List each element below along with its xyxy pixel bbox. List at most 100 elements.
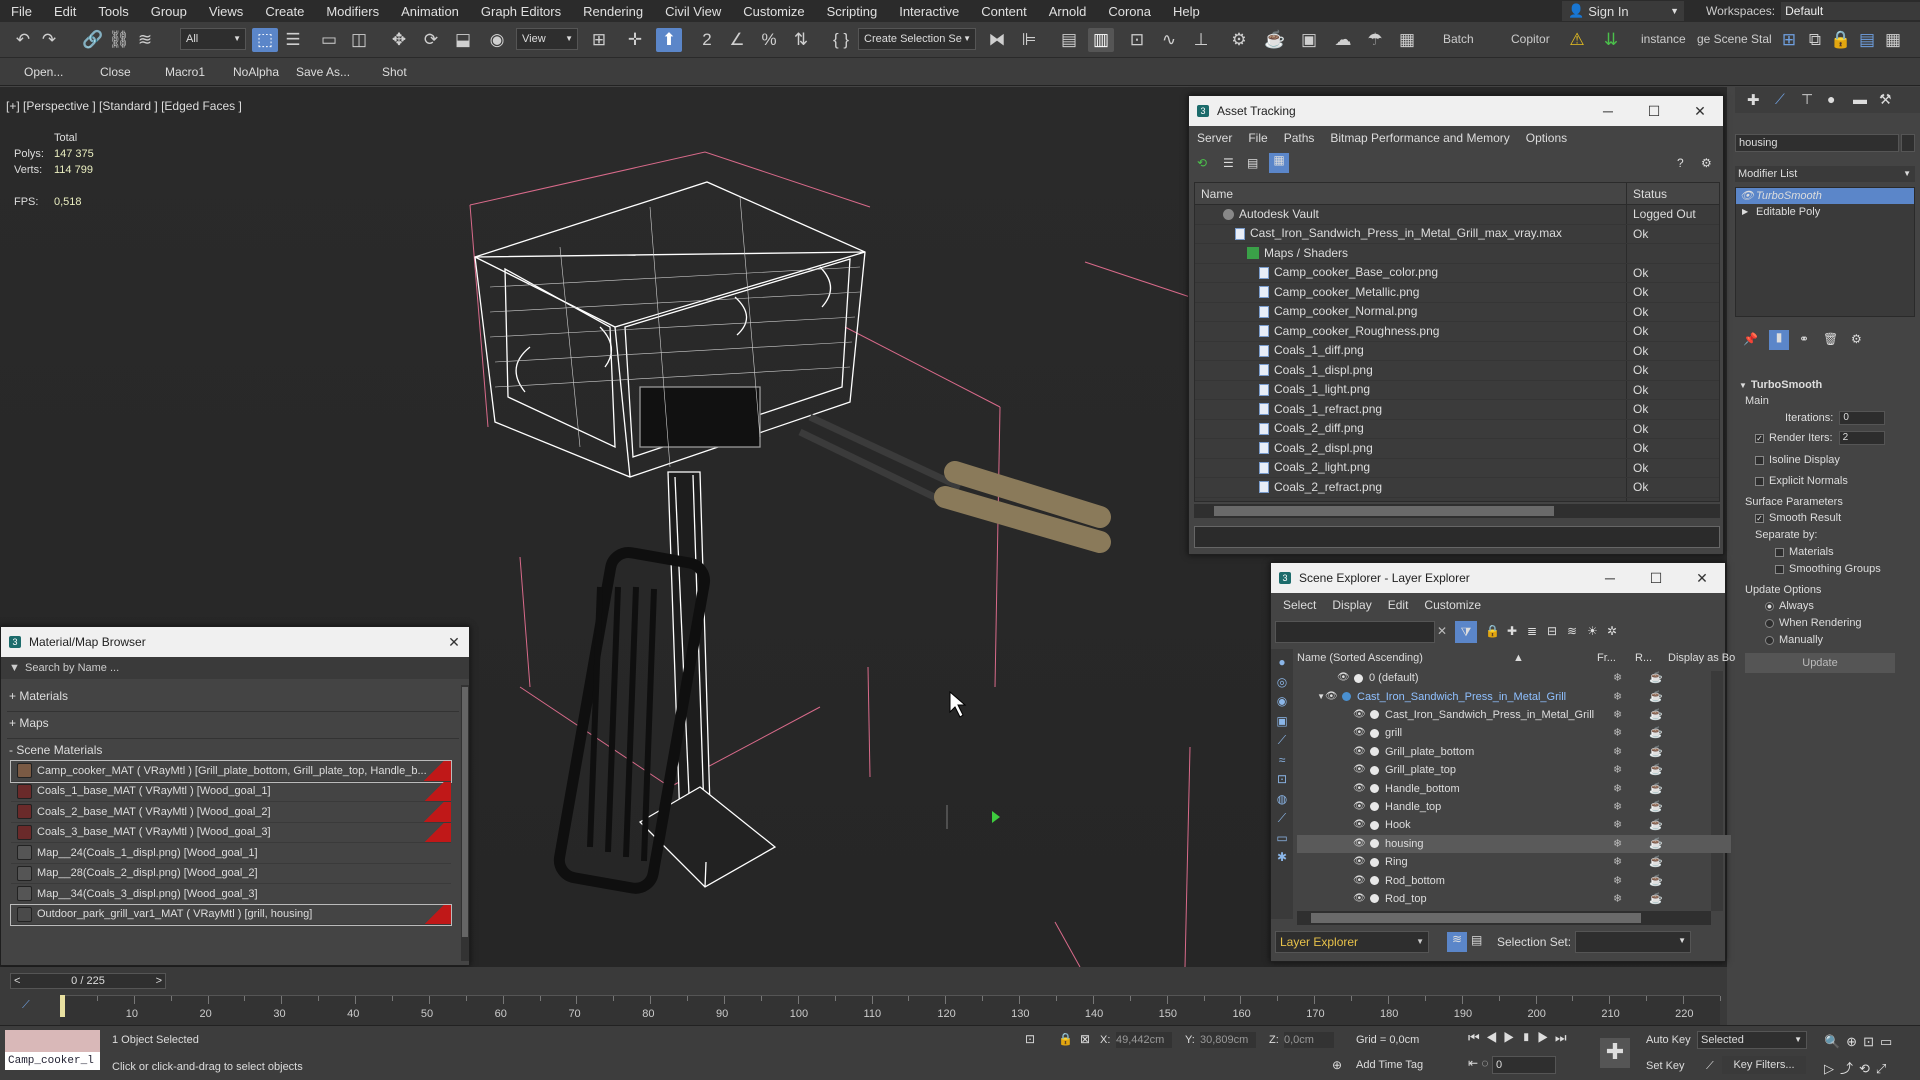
layers-icon[interactable]: ▤: [1854, 28, 1880, 52]
category-scene-materials[interactable]: - Scene Materials: [9, 743, 102, 757]
edit-named-selection-icon[interactable]: { }: [828, 28, 854, 52]
scene-material-item[interactable]: Coals_2_base_MAT ( VRayMtl ) [Wood_goal_…: [11, 802, 451, 823]
menu-interactive[interactable]: Interactive: [888, 4, 970, 19]
macro-shot-button[interactable]: Shot: [382, 65, 407, 79]
freeze-icon[interactable]: ❄: [1613, 724, 1622, 742]
scene-row[interactable]: 👁 Ring ❄ ☕: [1297, 853, 1731, 871]
render-iters-spinner[interactable]: 2: [1838, 431, 1885, 445]
named-selection-select[interactable]: Create Selection Se ▼: [858, 28, 976, 50]
place-icon[interactable]: ◉: [484, 28, 510, 52]
menu-corona[interactable]: Corona: [1097, 4, 1162, 19]
modify-tab-icon[interactable]: ⟋: [1775, 91, 1785, 108]
scene-row[interactable]: 👁 Cast_Iron_Sandwich_Press_in_Metal_Grill…: [1297, 706, 1731, 724]
scene-row[interactable]: 👁 Rod_bottom ❄ ☕: [1297, 871, 1731, 889]
asset-row[interactable]: Coals_3_diff.png Ok: [1195, 497, 1719, 501]
eye-icon[interactable]: 👁: [1353, 761, 1367, 779]
scene-material-item[interactable]: Coals_1_base_MAT ( VRayMtl ) [Wood_goal_…: [11, 781, 451, 802]
menu-views[interactable]: Views: [198, 4, 254, 19]
eye-icon[interactable]: 👁: [1353, 872, 1367, 890]
layer-explorer-icon[interactable]: ▤: [1056, 28, 1082, 52]
eye-icon[interactable]: 👁: [1353, 890, 1367, 908]
scene-material-item[interactable]: Map__28(Coals_2_displ.png) [Wood_goal_2]: [11, 864, 451, 884]
set-key-button[interactable]: Set Key: [1646, 1060, 1685, 1072]
time-slider-handle[interactable]: [60, 995, 65, 1017]
maxscript-listener-mini[interactable]: [5, 1030, 100, 1052]
close-icon[interactable]: ✕: [1677, 103, 1723, 120]
when-rendering-radio[interactable]: [1765, 618, 1774, 628]
at-menu-paths[interactable]: Paths: [1276, 131, 1323, 145]
scene-row[interactable]: 👁 Hook ❄ ☕: [1297, 816, 1731, 834]
bind-space-warp-icon[interactable]: ≋: [132, 28, 158, 52]
renderable-icon[interactable]: ☕: [1649, 743, 1663, 761]
maxscript-input[interactable]: Camp_cooker_l: [5, 1052, 100, 1070]
column-header-name[interactable]: Name (Sorted Ascending): [1297, 652, 1423, 664]
refresh-icon[interactable]: ⟲: [1197, 156, 1207, 170]
undo-icon[interactable]: ↶: [10, 28, 36, 52]
rendered-frame-window-icon[interactable]: ☕: [1262, 28, 1288, 52]
lock-icon[interactable]: 🔒: [1828, 28, 1854, 52]
make-unique-icon[interactable]: ⚭: [1799, 332, 1809, 346]
reference-coord-select[interactable]: View ▼: [516, 28, 578, 50]
eye-icon[interactable]: 👁: [1325, 688, 1339, 706]
renderable-icon[interactable]: ☕: [1649, 761, 1663, 779]
render-iters-checkbox[interactable]: ✓: [1755, 433, 1764, 443]
viewport-navigation-icons-2[interactable]: ▷⤴⟲⤢: [1824, 1058, 1892, 1077]
asset-row[interactable]: Coals_1_refract.png Ok: [1195, 400, 1719, 420]
scene-row[interactable]: 👁 Handle_bottom ❄ ☕: [1297, 779, 1731, 797]
macro-open-button[interactable]: Open...: [24, 65, 63, 79]
renderable-icon[interactable]: ☕: [1649, 853, 1663, 871]
scene-explorer-window[interactable]: 3 Scene Explorer - Layer Explorer ─ ☐ ✕ Sele…: [1270, 562, 1741, 962]
asset-tracking-window[interactable]: 3 Asset Tracking ─ ☐ ✕ Server File Paths Bit…: [1188, 95, 1724, 555]
keyboard-shortcut-override-icon[interactable]: ⬆: [656, 28, 682, 52]
copitor-button[interactable]: Copitor: [1511, 32, 1550, 46]
add-time-tag-button[interactable]: Add Time Tag: [1356, 1059, 1423, 1071]
explicit-normals-checkbox[interactable]: [1755, 476, 1764, 486]
link-icon[interactable]: 🔗: [80, 28, 106, 52]
isoline-checkbox[interactable]: [1755, 455, 1764, 465]
asset-row[interactable]: Autodesk Vault Logged Out: [1195, 205, 1719, 225]
scene-row[interactable]: 👁 Grill_plate_top ❄ ☕: [1297, 761, 1731, 779]
freeze-icon[interactable]: ❄: [1613, 688, 1622, 706]
column-header-name[interactable]: Name: [1195, 183, 1627, 204]
scene-row[interactable]: 👁 Handle_top ❄ ☕: [1297, 798, 1731, 816]
renderable-icon[interactable]: ☕: [1649, 780, 1663, 798]
scene-material-item[interactable]: Camp_cooker_MAT ( VRayMtl ) [Grill_plate…: [10, 760, 452, 783]
menu-scripting[interactable]: Scripting: [816, 4, 889, 19]
asset-row[interactable]: Camp_cooker_Roughness.png Ok: [1195, 322, 1719, 342]
menu-animation[interactable]: Animation: [390, 4, 470, 19]
asset-row[interactable]: Coals_1_displ.png Ok: [1195, 361, 1719, 381]
asset-list[interactable]: Name Status Autodesk Vault Logged Out Cast_…: [1194, 182, 1720, 502]
eye-icon[interactable]: 👁: [1353, 743, 1367, 761]
selection-filter-select[interactable]: All ▼: [180, 28, 246, 50]
selection-lock-icon[interactable]: 🔒: [1058, 1032, 1073, 1046]
utilities-tab-icon[interactable]: ⚒: [1879, 91, 1892, 108]
sign-in-dropdown[interactable]: 👤 Sign In ▼: [1562, 1, 1684, 21]
scale-icon[interactable]: ⬓: [450, 28, 476, 52]
at-menu-server[interactable]: Server: [1189, 131, 1240, 145]
ribbon-icon[interactable]: ▥: [1088, 28, 1114, 52]
asset-row[interactable]: Camp_cooker_Metallic.png Ok: [1195, 283, 1719, 303]
menu-help[interactable]: Help: [1162, 4, 1211, 19]
eye-icon[interactable]: 👁: [1353, 780, 1367, 798]
material-search-input[interactable]: ▼ Search by Name ...: [1, 657, 469, 679]
modifier-list-select[interactable]: Modifier List ▼: [1735, 166, 1915, 182]
scene-row[interactable]: ▼ 👁 Cast_Iron_Sandwich_Press_in_Metal_Gri…: [1297, 687, 1731, 705]
asset-path-field[interactable]: [1194, 526, 1720, 548]
hierarchy-icon[interactable]: ⊟: [1547, 624, 1557, 638]
menu-civil-view[interactable]: Civil View: [654, 4, 732, 19]
se-menu-customize[interactable]: Customize: [1416, 598, 1489, 612]
scene-material-item[interactable]: Map__24(Coals_1_displ.png) [Wood_goal_1]: [11, 843, 451, 864]
smooth-result-checkbox[interactable]: ✓: [1755, 513, 1764, 523]
maximize-icon[interactable]: ☐: [1631, 103, 1677, 120]
details-view-icon[interactable]: ▤: [1247, 156, 1258, 170]
timeline-track[interactable]: 10 20 30 40 50 60 70 80 90 100 110 120 130 140 150 160 1…: [60, 995, 1721, 1025]
settings-icon[interactable]: ⚙: [1701, 156, 1712, 170]
freeze-icon[interactable]: ❄: [1613, 798, 1622, 816]
scene-row[interactable]: 👁 grill ❄ ☕: [1297, 724, 1731, 742]
freeze-icon[interactable]: ❄: [1613, 872, 1622, 890]
menu-customize[interactable]: Customize: [732, 4, 815, 19]
at-menu-options[interactable]: Options: [1518, 131, 1575, 145]
freeze-icon[interactable]: ❄: [1613, 706, 1622, 724]
angle-snap-icon[interactable]: ∠: [724, 28, 750, 52]
add-layer-icon[interactable]: ✚: [1507, 624, 1517, 638]
